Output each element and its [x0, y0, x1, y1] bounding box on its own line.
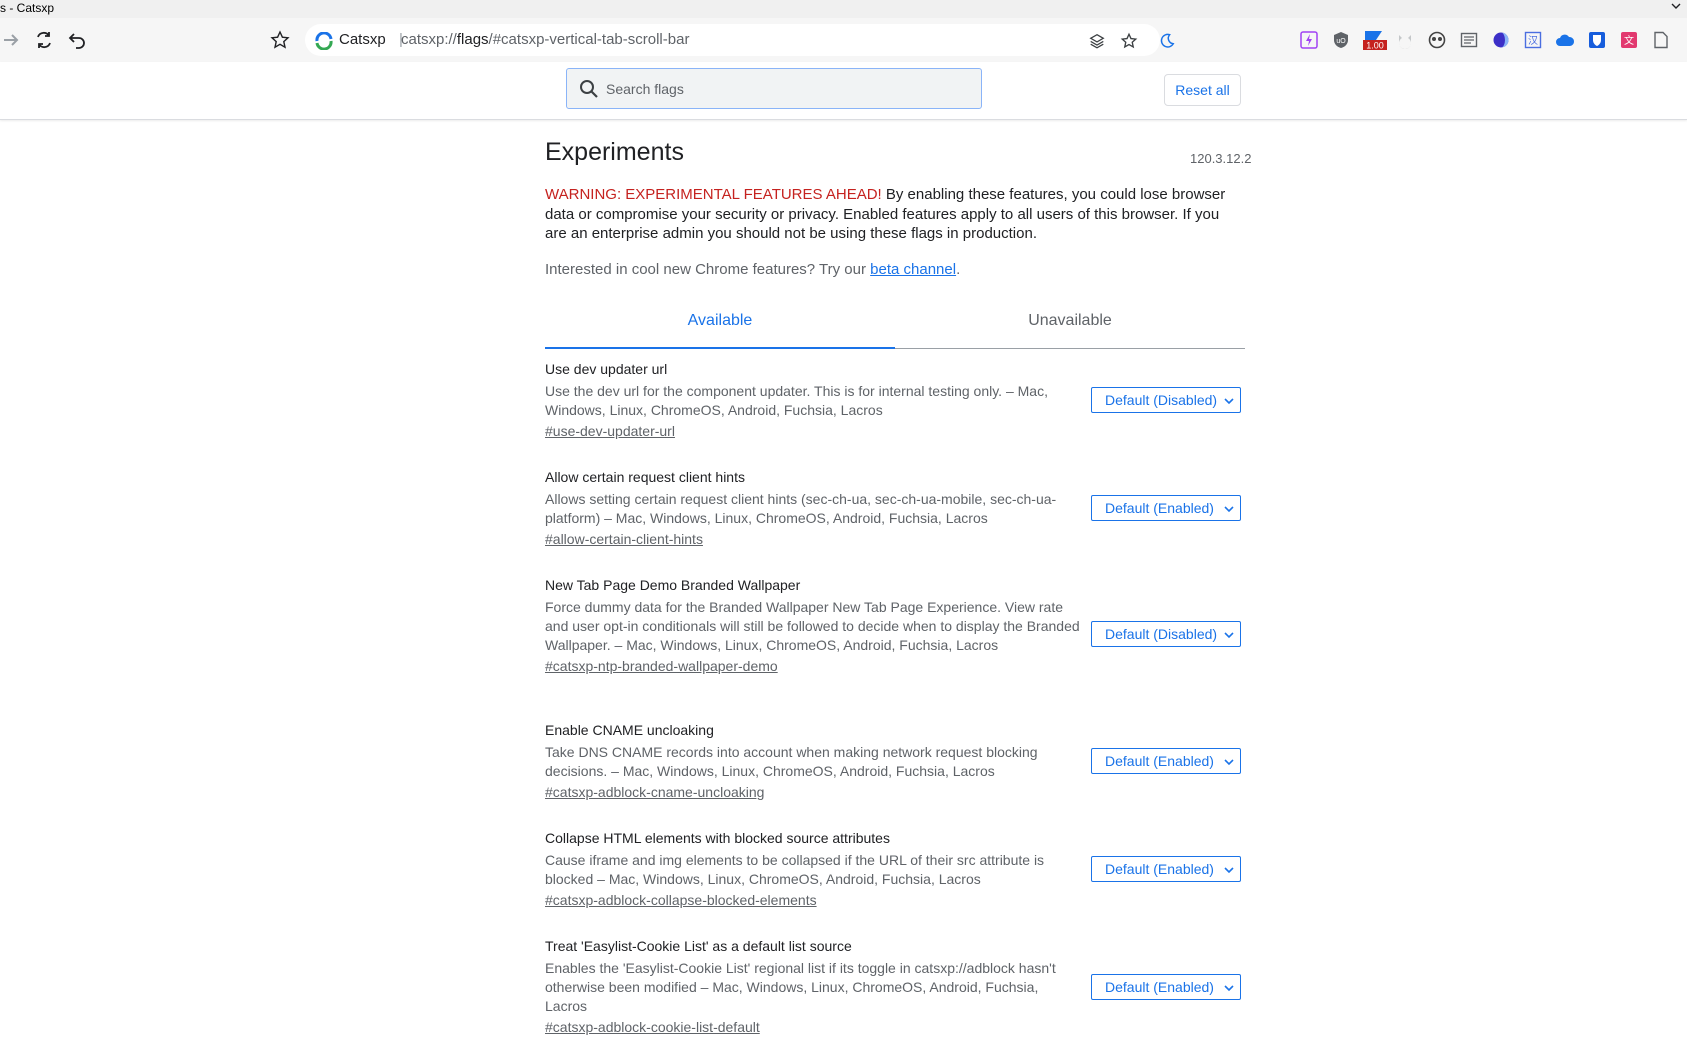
url-scheme: catsxp://	[401, 31, 457, 48]
flag-select[interactable]: Default (Disabled)	[1091, 621, 1241, 647]
window-title-bar: s - Catsxp	[0, 0, 1687, 18]
address-bar[interactable]: Catsxp | catsxp://flags/#catsxp-vertical…	[305, 24, 1175, 56]
flag-select[interactable]: Default (Enabled)	[1091, 974, 1241, 1000]
site-name: Catsxp	[339, 31, 386, 48]
star-icon[interactable]	[1119, 31, 1139, 51]
bookmark-star-icon[interactable]	[268, 28, 292, 52]
beta-channel-note: Interested in cool new Chrome features? …	[545, 261, 960, 278]
translate-extension-icon[interactable]: 汉	[1522, 29, 1544, 51]
doc-extension-icon[interactable]	[1650, 29, 1672, 51]
ublock-icon[interactable]: uO	[1330, 29, 1352, 51]
chevron-down-icon	[1224, 398, 1234, 405]
flag-select-value: Default (Enabled)	[1105, 979, 1214, 995]
url-text[interactable]: catsxp://flags/#catsxp-vertical-tab-scro…	[401, 31, 689, 48]
svg-text:文: 文	[1624, 34, 1634, 47]
flag-name: Enable CNAME uncloaking	[545, 722, 714, 738]
chevron-down-icon	[1224, 506, 1234, 513]
warning-prefix: WARNING: EXPERIMENTAL FEATURES AHEAD!	[545, 186, 882, 203]
interested-suffix: .	[956, 261, 961, 278]
back-icon[interactable]	[65, 28, 89, 52]
tab-available[interactable]: Available	[545, 300, 895, 349]
flag-item: Treat 'Easylist-Cookie List' as a defaul…	[545, 937, 1245, 1037]
extension-badge: 1.00	[1366, 41, 1384, 51]
moon-icon[interactable]	[1157, 31, 1177, 51]
flag-select-value: Default (Enabled)	[1105, 753, 1214, 769]
owl-extension-icon[interactable]	[1426, 29, 1448, 51]
forward-icon[interactable]	[0, 28, 24, 52]
search-input[interactable]	[604, 69, 968, 109]
reset-all-button[interactable]: Reset all	[1164, 74, 1241, 106]
url-path: /#catsxp-vertical-tab-scroll-bar	[488, 31, 690, 48]
flag-description: Take DNS CNAME records into account when…	[545, 744, 1038, 779]
flag-permalink[interactable]: #catsxp-ntp-branded-wallpaper-demo	[545, 657, 778, 676]
flag-select[interactable]: Default (Disabled)	[1091, 387, 1241, 413]
chevron-down-icon	[1224, 759, 1234, 766]
flag-select-value: Default (Enabled)	[1105, 861, 1214, 877]
flag-select[interactable]: Default (Enabled)	[1091, 748, 1241, 774]
window-title: s - Catsxp	[0, 1, 55, 15]
beta-channel-link[interactable]: beta channel	[870, 261, 956, 278]
flag-item: Allow certain request client hints Allow…	[545, 468, 1245, 549]
cloud-extension-icon[interactable]	[1554, 29, 1576, 51]
tabs: Available Unavailable	[545, 300, 1245, 349]
flag-select-value: Default (Enabled)	[1105, 500, 1214, 516]
warning-text: WARNING: EXPERIMENTAL FEATURES AHEAD! By…	[545, 185, 1245, 244]
search-icon	[580, 80, 598, 98]
page-title: Experiments	[545, 138, 684, 166]
flag-description: Allows setting certain request client hi…	[545, 491, 1057, 526]
reload-icon[interactable]	[32, 28, 56, 52]
reader-extension-icon[interactable]	[1458, 29, 1480, 51]
flag-name: Allow certain request client hints	[545, 469, 745, 485]
badge-extension-icon[interactable]: 1.00	[1362, 29, 1388, 51]
svg-text:汉: 汉	[1528, 35, 1538, 47]
flag-description: Enables the 'Easylist-Cookie List' regio…	[545, 960, 1056, 1014]
catsxp-logo-icon	[315, 32, 333, 50]
flag-item: Enable CNAME uncloaking Take DNS CNAME r…	[545, 721, 1245, 802]
translate-red-extension-icon[interactable]: 文	[1618, 29, 1640, 51]
leo-stack-icon[interactable]	[1087, 31, 1107, 51]
flag-select-value: Default (Disabled)	[1105, 626, 1218, 642]
browser-toolbar: Catsxp | catsxp://flags/#catsxp-vertical…	[0, 18, 1687, 62]
cat-extension-icon[interactable]	[1394, 29, 1416, 51]
interested-text: Interested in cool new Chrome features? …	[545, 261, 871, 278]
flag-item: Use dev updater url Use the dev url for …	[545, 360, 1245, 441]
flag-select[interactable]: Default (Enabled)	[1091, 856, 1241, 882]
flag-name: New Tab Page Demo Branded Wallpaper	[545, 577, 801, 593]
flag-description: Force dummy data for the Branded Wallpap…	[545, 599, 1080, 653]
bitwarden-icon[interactable]	[1586, 29, 1608, 51]
half-moon-extension-icon[interactable]	[1490, 29, 1512, 51]
flag-select[interactable]: Default (Enabled)	[1091, 495, 1241, 521]
flag-permalink[interactable]: #catsxp-adblock-cookie-list-default	[545, 1018, 760, 1037]
flag-permalink[interactable]: #catsxp-adblock-collapse-blocked-element…	[545, 891, 817, 910]
flag-name: Collapse HTML elements with blocked sour…	[545, 830, 890, 846]
flag-item: Collapse HTML elements with blocked sour…	[545, 829, 1245, 910]
flag-permalink[interactable]: #allow-certain-client-hints	[545, 530, 703, 549]
chevron-down-icon[interactable]	[1669, 0, 1683, 13]
version-label: 120.3.12.2	[1190, 151, 1252, 166]
chevron-down-icon	[1224, 632, 1234, 639]
flag-permalink[interactable]: #use-dev-updater-url	[545, 422, 675, 441]
chevron-down-icon	[1224, 985, 1234, 992]
flag-permalink[interactable]: #catsxp-adblock-cname-uncloaking	[545, 783, 764, 802]
flag-item: New Tab Page Demo Branded Wallpaper Forc…	[545, 576, 1245, 676]
svg-text:uO: uO	[1336, 38, 1346, 45]
flag-name: Use dev updater url	[545, 361, 668, 377]
flag-select-value: Default (Disabled)	[1105, 392, 1218, 408]
tab-unavailable[interactable]: Unavailable	[895, 300, 1245, 348]
flag-name: Treat 'Easylist-Cookie List' as a defaul…	[545, 938, 852, 954]
purple-extension-icon[interactable]	[1298, 29, 1320, 51]
chevron-down-icon	[1224, 867, 1234, 874]
flag-description: Use the dev url for the component update…	[545, 383, 1048, 418]
flag-description: Cause iframe and img elements to be coll…	[545, 852, 1045, 887]
search-container	[566, 68, 982, 109]
url-host: flags	[456, 31, 489, 48]
